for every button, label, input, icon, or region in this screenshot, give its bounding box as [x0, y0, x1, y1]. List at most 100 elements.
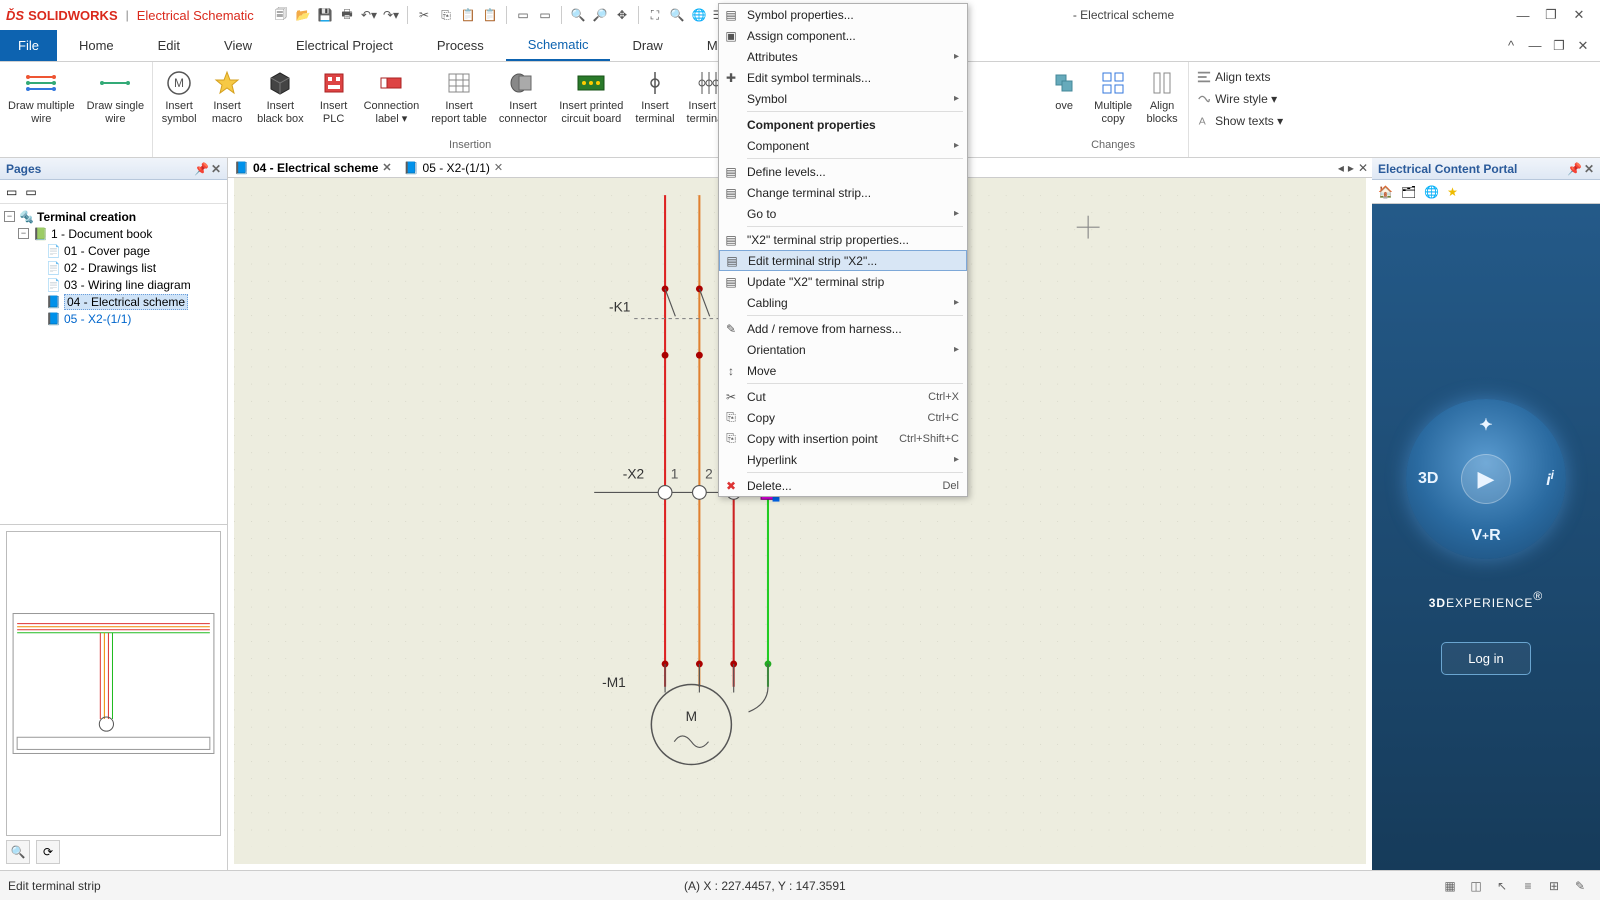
insert-symbol-button[interactable]: MInsert symbol	[157, 66, 201, 127]
menu-item[interactable]: Orientation▸	[719, 339, 967, 360]
file-tab[interactable]: File	[0, 30, 57, 61]
menu-item[interactable]: ▤Update "X2" terminal strip	[719, 271, 967, 292]
insert-black-box-button[interactable]: Insert black box	[253, 66, 307, 127]
mdi-min-button[interactable]: —	[1528, 39, 1542, 53]
star-icon[interactable]: ★	[1447, 185, 1458, 199]
sb-lines-icon[interactable]: ≡	[1516, 875, 1540, 897]
mdi-opts-icon[interactable]: ^	[1504, 39, 1518, 53]
qat-pan-icon[interactable]: ✥	[612, 5, 632, 25]
tab-close-all-icon[interactable]: ✕	[1358, 161, 1368, 175]
menu-item[interactable]: ✚Edit symbol terminals...	[719, 67, 967, 88]
insert-plc-button[interactable]: Insert PLC	[312, 66, 356, 127]
qat-measure-icon[interactable]: 🔎	[590, 5, 610, 25]
tab-close-icon[interactable]: ✕	[494, 161, 503, 174]
multiple-copy-button[interactable]: Multiple copy	[1090, 66, 1136, 127]
menu-item[interactable]: Attributes▸	[719, 46, 967, 67]
tab-edit[interactable]: Edit	[136, 30, 202, 61]
menu-item[interactable]: ▤Define levels...	[719, 161, 967, 182]
home-icon[interactable]: 🏠	[1378, 185, 1393, 199]
qat-copy-icon[interactable]: ⎘	[436, 5, 456, 25]
preview-thumbnail[interactable]	[6, 531, 221, 836]
pin-icon[interactable]: 📌	[1567, 162, 1582, 176]
expand-icon[interactable]: −	[18, 228, 29, 239]
qat-print-icon[interactable]: 🖶	[337, 5, 357, 25]
qat-globe-icon[interactable]: 🌐	[689, 5, 709, 25]
context-menu[interactable]: ▤Symbol properties...▣Assign component..…	[718, 3, 968, 497]
tab-draw[interactable]: Draw	[610, 30, 684, 61]
insert-terminal-button[interactable]: Insert terminal	[631, 66, 678, 127]
login-button[interactable]: Log in	[1441, 642, 1530, 675]
qat-paste-icon[interactable]: 📋	[458, 5, 478, 25]
qat-group-icon[interactable]: ▭	[513, 5, 533, 25]
draw-single-wire-button[interactable]: Draw single wire	[83, 66, 148, 127]
menu-item[interactable]: ↕Move	[719, 360, 967, 381]
ecp-header[interactable]: Electrical Content Portal📌✕	[1372, 158, 1600, 180]
qat-paste2-icon[interactable]: 📋	[480, 5, 500, 25]
tree-page-05[interactable]: 05 - X2-(1/1)	[64, 312, 131, 326]
tree-page-03[interactable]: 03 - Wiring line diagram	[64, 278, 191, 292]
tab-next-icon[interactable]: ▸	[1348, 161, 1354, 175]
insert-pcb-button[interactable]: Insert printed circuit board	[555, 66, 627, 127]
compass-widget[interactable]: ▶ ✦ 3D ii V+R	[1406, 399, 1566, 559]
sb-pencil-icon[interactable]: ✎	[1568, 875, 1592, 897]
menu-item[interactable]: ✎Add / remove from harness...	[719, 318, 967, 339]
tab-electrical-project[interactable]: Electrical Project	[274, 30, 415, 61]
qat-zoom-icon[interactable]: 🔍	[667, 5, 687, 25]
qat-zoomfit-icon[interactable]: ⛶	[645, 5, 665, 25]
menu-item[interactable]: ⎘Copy with insertion pointCtrl+Shift+C	[719, 428, 967, 449]
expand-icon[interactable]: −	[4, 211, 15, 222]
ribbon-ove-button[interactable]: ove	[1042, 66, 1086, 115]
wire-style-button[interactable]: Wire style ▾	[1193, 88, 1281, 110]
tab-schematic[interactable]: Schematic	[506, 30, 611, 61]
menu-item[interactable]: ✂CutCtrl+X	[719, 386, 967, 407]
menu-item[interactable]: ▤"X2" terminal strip properties...	[719, 229, 967, 250]
draw-multiple-wire-button[interactable]: Draw multiple wire	[4, 66, 79, 127]
tree-page-01[interactable]: 01 - Cover page	[64, 244, 150, 258]
close-button[interactable]: ✕	[1572, 8, 1586, 22]
qat-redo-icon[interactable]: ↷▾	[381, 5, 401, 25]
pin-icon[interactable]: 📌	[194, 162, 209, 176]
tree-book[interactable]: 1 - Document book	[51, 227, 152, 241]
tab-view[interactable]: View	[202, 30, 274, 61]
panel-close-icon[interactable]: ✕	[211, 162, 221, 176]
insert-report-table-button[interactable]: Insert report table	[427, 66, 491, 127]
insert-connector-button[interactable]: Insert connector	[495, 66, 551, 127]
tab-process[interactable]: Process	[415, 30, 506, 61]
qat-find-icon[interactable]: 🔍	[568, 5, 588, 25]
menu-item[interactable]: ▤Edit terminal strip "X2"...	[719, 250, 967, 271]
menu-item[interactable]: ▤Change terminal strip...	[719, 182, 967, 203]
single-view-icon[interactable]: ▭	[6, 185, 17, 199]
menu-item[interactable]: ✖Delete...Del	[719, 475, 967, 496]
doc-tab-04[interactable]: 📘04 - Electrical scheme✕	[228, 158, 398, 177]
preview-refresh-button[interactable]: ⟳	[36, 840, 60, 864]
folder-icon[interactable]: 🗂	[1401, 185, 1416, 199]
maximize-button[interactable]: ❐	[1544, 8, 1558, 22]
qat-save-icon[interactable]: 💾	[315, 5, 335, 25]
sb-pointer-icon[interactable]: ↖	[1490, 875, 1514, 897]
tree-page-02[interactable]: 02 - Drawings list	[64, 261, 156, 275]
show-texts-button[interactable]: AShow texts ▾	[1193, 110, 1287, 132]
doc-tab-05[interactable]: 📘05 - X2-(1/1)✕	[398, 158, 510, 177]
align-texts-button[interactable]: Align texts	[1193, 66, 1274, 88]
insert-macro-button[interactable]: Insert macro	[205, 66, 249, 127]
tab-close-icon[interactable]: ✕	[382, 161, 391, 174]
menu-item[interactable]: ⎘CopyCtrl+C	[719, 407, 967, 428]
panel-close-icon[interactable]: ✕	[1584, 162, 1594, 176]
qat-ungroup-icon[interactable]: ▭	[535, 5, 555, 25]
qat-undo-icon[interactable]: ↶▾	[359, 5, 379, 25]
mdi-close-button[interactable]: ✕	[1576, 39, 1590, 53]
qat-open-icon[interactable]: 📂	[293, 5, 313, 25]
tree-root[interactable]: Terminal creation	[37, 210, 136, 224]
play-icon[interactable]: ▶	[1461, 454, 1511, 504]
menu-item[interactable]: ▤Symbol properties...	[719, 4, 967, 25]
menu-item[interactable]: Hyperlink▸	[719, 449, 967, 470]
tab-prev-icon[interactable]: ◂	[1338, 161, 1344, 175]
minimize-button[interactable]: —	[1516, 8, 1530, 22]
multi-view-icon[interactable]: ▭	[25, 185, 36, 199]
tab-home[interactable]: Home	[57, 30, 136, 61]
connection-label-button[interactable]: Connection label ▾	[360, 66, 424, 127]
qat-new-icon[interactable]: 🗐	[271, 5, 291, 25]
sb-snap-icon[interactable]: ◫	[1464, 875, 1488, 897]
preview-zoom-button[interactable]: 🔍	[6, 840, 30, 864]
pages-panel-header[interactable]: Pages 📌✕	[0, 158, 227, 180]
